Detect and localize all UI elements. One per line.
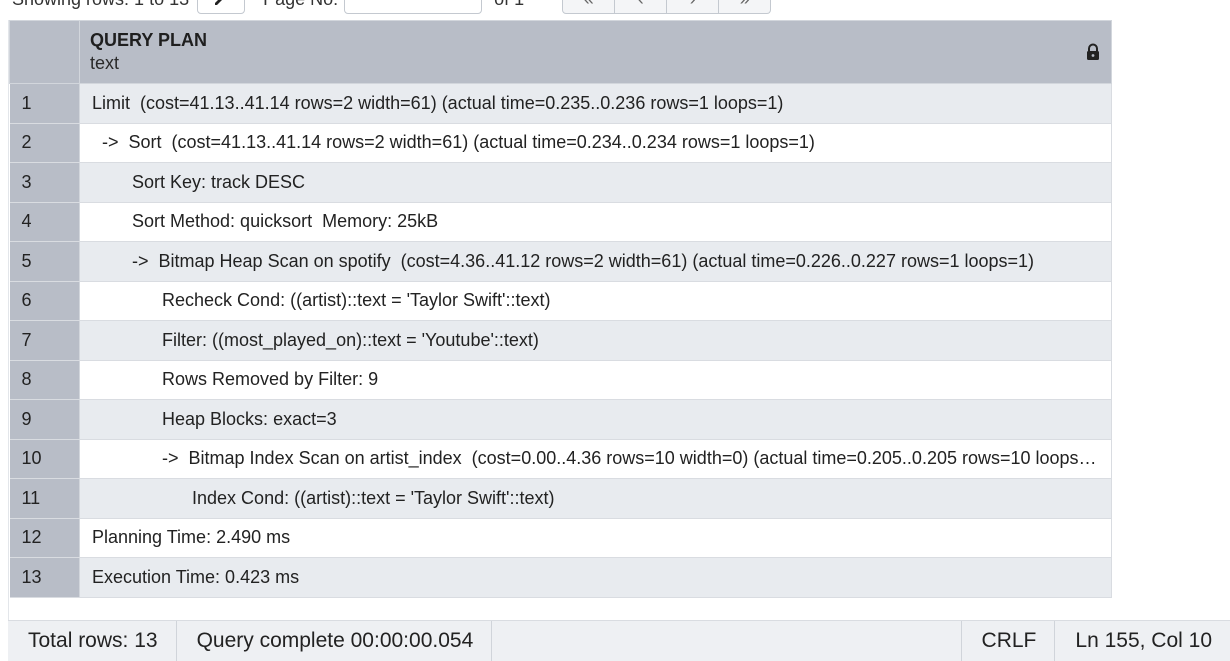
- column-name: QUERY PLAN: [90, 30, 208, 50]
- query-plan-cell[interactable]: Rows Removed by Filter: 9: [79, 359, 1112, 400]
- row-number[interactable]: 7: [9, 320, 80, 361]
- pager-buttons: « ‹ › »: [562, 0, 772, 14]
- total-rows-status: Total rows: 13: [8, 621, 177, 661]
- next-page-button[interactable]: ›: [667, 0, 720, 14]
- table-row[interactable]: 8 Rows Removed by Filter: 9: [9, 359, 1112, 400]
- query-plan-cell[interactable]: Filter: ((most_played_on)::text = 'Youtu…: [79, 320, 1112, 361]
- table-row[interactable]: 5 -> Bitmap Heap Scan on spotify (cost=4…: [9, 241, 1112, 282]
- row-number[interactable]: 5: [9, 241, 80, 282]
- cursor-position-status: Ln 155, Col 10: [1054, 621, 1230, 661]
- table-row[interactable]: 4 Sort Method: quicksort Memory: 25kB: [9, 201, 1112, 242]
- column-type: text: [90, 53, 120, 73]
- table-row[interactable]: 9 Heap Blocks: exact=3: [9, 399, 1112, 440]
- grid-body: 1 Limit (cost=41.13..41.14 rows=2 width=6…: [9, 83, 1112, 598]
- result-grid: QUERY PLAN text 1 Limit (cost=41.13..41.1…: [8, 20, 1230, 620]
- row-number[interactable]: 1: [9, 83, 80, 124]
- last-page-button[interactable]: »: [719, 0, 772, 14]
- prev-page-button[interactable]: ‹: [615, 0, 668, 14]
- row-number[interactable]: 6: [9, 280, 80, 321]
- table-row[interactable]: 13 Execution Time: 0.423 ms: [9, 557, 1112, 598]
- row-number[interactable]: 9: [9, 399, 80, 440]
- query-plan-cell[interactable]: Heap Blocks: exact=3: [79, 399, 1112, 440]
- row-number[interactable]: 12: [9, 517, 80, 558]
- query-plan-table: QUERY PLAN text 1 Limit (cost=41.13..41.1…: [9, 20, 1112, 598]
- showing-rows-label: Showing rows: 1 to 13: [12, 0, 189, 10]
- row-number[interactable]: 11: [9, 478, 80, 519]
- query-plan-cell[interactable]: Recheck Cond: ((artist)::text = 'Taylor …: [79, 280, 1112, 321]
- row-number[interactable]: 4: [9, 201, 80, 242]
- row-number[interactable]: 8: [9, 359, 80, 400]
- query-complete-status: Query complete 00:00:00.054: [177, 621, 493, 661]
- page-count-label: of 1: [494, 0, 524, 10]
- table-row[interactable]: 11 Index Cond: ((artist)::text = 'Taylor…: [9, 478, 1112, 519]
- query-plan-cell[interactable]: Limit (cost=41.13..41.14 rows=2 width=61…: [79, 83, 1112, 124]
- line-ending-status[interactable]: CRLF: [960, 621, 1055, 661]
- page-number-input[interactable]: [344, 0, 483, 14]
- column-header-query-plan[interactable]: QUERY PLAN text: [79, 20, 1112, 84]
- first-page-button[interactable]: «: [562, 0, 616, 14]
- table-row[interactable]: 12 Planning Time: 2.490 ms: [9, 517, 1112, 558]
- header-row: QUERY PLAN text: [9, 20, 1112, 84]
- query-plan-cell[interactable]: -> Bitmap Index Scan on artist_index (co…: [79, 438, 1112, 479]
- query-plan-cell[interactable]: Execution Time: 0.423 ms: [79, 557, 1112, 598]
- query-plan-cell[interactable]: Sort Key: track DESC: [79, 162, 1112, 203]
- table-row[interactable]: 6 Recheck Cond: ((artist)::text = 'Taylo…: [9, 280, 1112, 321]
- pagination-toolbar: Showing rows: 1 to 13 Page No: of 1 « ‹ …: [0, 0, 1230, 14]
- row-number[interactable]: 13: [9, 557, 80, 598]
- query-plan-cell[interactable]: Index Cond: ((artist)::text = 'Taylor Sw…: [79, 478, 1112, 519]
- table-row[interactable]: 2 -> Sort (cost=41.13..41.14 rows=2 widt…: [9, 122, 1112, 163]
- query-plan-cell[interactable]: -> Bitmap Heap Scan on spotify (cost=4.3…: [79, 241, 1112, 282]
- query-plan-cell[interactable]: Planning Time: 2.490 ms: [79, 517, 1112, 558]
- row-number[interactable]: 3: [9, 162, 80, 203]
- query-plan-cell[interactable]: Sort Method: quicksort Memory: 25kB: [79, 201, 1112, 242]
- row-number[interactable]: 10: [9, 438, 80, 479]
- table-row[interactable]: 10 -> Bitmap Index Scan on artist_index …: [9, 438, 1112, 479]
- lock-icon: [1087, 43, 1099, 60]
- status-bar: Total rows: 13 Query complete 00:00:00.0…: [8, 620, 1230, 661]
- table-row[interactable]: 1 Limit (cost=41.13..41.14 rows=2 width=6…: [9, 83, 1112, 124]
- row-number[interactable]: 2: [9, 122, 80, 163]
- select-all-corner[interactable]: [9, 20, 80, 84]
- query-plan-cell[interactable]: -> Sort (cost=41.13..41.14 rows=2 width=…: [79, 122, 1112, 163]
- table-row[interactable]: 7 Filter: ((most_played_on)::text = 'You…: [9, 320, 1112, 361]
- pencil-icon: [215, 0, 223, 5]
- table-row[interactable]: 3 Sort Key: track DESC: [9, 162, 1112, 203]
- rows-per-page-edit-button[interactable]: [197, 0, 246, 14]
- page-number-label: Page No:: [263, 0, 338, 10]
